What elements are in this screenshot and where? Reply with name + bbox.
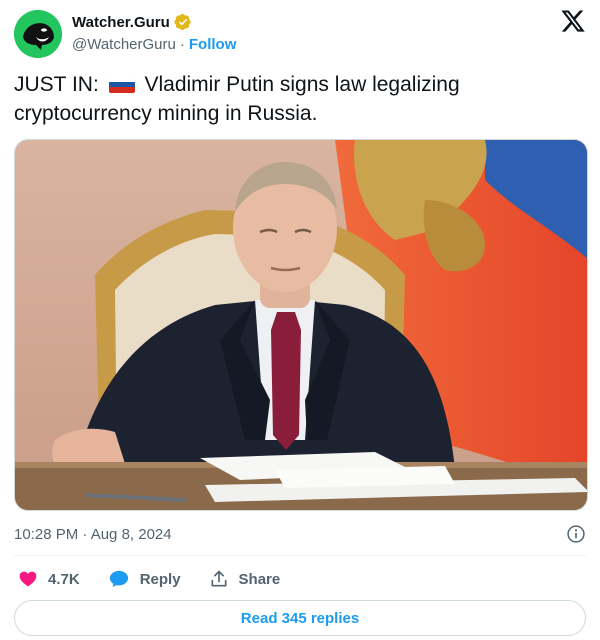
- separator: ·: [179, 35, 185, 53]
- heart-icon: [19, 571, 37, 587]
- reply-label: Reply: [139, 570, 181, 588]
- tweet-photo[interactable]: [14, 139, 588, 511]
- x-logo-icon[interactable]: [560, 8, 586, 34]
- orca-logo-icon: [14, 10, 62, 58]
- timestamp-row: 10:28 PM · Aug 8, 2024: [14, 522, 586, 546]
- handle-row: @WatcherGuru · Follow: [72, 34, 236, 54]
- read-replies-button[interactable]: Read 345 replies: [14, 600, 586, 636]
- handle[interactable]: @WatcherGuru: [72, 36, 176, 53]
- follow-button[interactable]: Follow: [189, 36, 237, 53]
- tweet-text: JUST IN: Vladimir Putin signs law legali…: [14, 70, 586, 128]
- verified-badge-icon: [174, 13, 192, 31]
- russia-flag-icon: [108, 76, 135, 93]
- tweet-header: Watcher.Guru @WatcherGuru · Follow: [14, 8, 586, 60]
- divider: [14, 555, 586, 556]
- avatar[interactable]: [14, 10, 62, 58]
- share-label: Share: [238, 570, 281, 588]
- name-row: Watcher.Guru: [72, 12, 192, 32]
- info-icon[interactable]: [566, 524, 586, 544]
- photo-putin-signing-icon: [15, 140, 587, 510]
- share-icon: [211, 570, 227, 587]
- timestamp[interactable]: 10:28 PM · Aug 8, 2024: [14, 526, 172, 543]
- reply-bubble-icon: [109, 570, 128, 588]
- tweet-prefix: JUST IN:: [14, 73, 99, 96]
- share-button[interactable]: Share: [209, 569, 281, 589]
- action-bar: 4.7K Reply Share: [18, 566, 308, 592]
- likes-count: 4.7K: [48, 570, 80, 588]
- reply-button[interactable]: Reply: [108, 569, 181, 589]
- display-name[interactable]: Watcher.Guru: [72, 14, 170, 31]
- like-button[interactable]: 4.7K: [18, 569, 80, 589]
